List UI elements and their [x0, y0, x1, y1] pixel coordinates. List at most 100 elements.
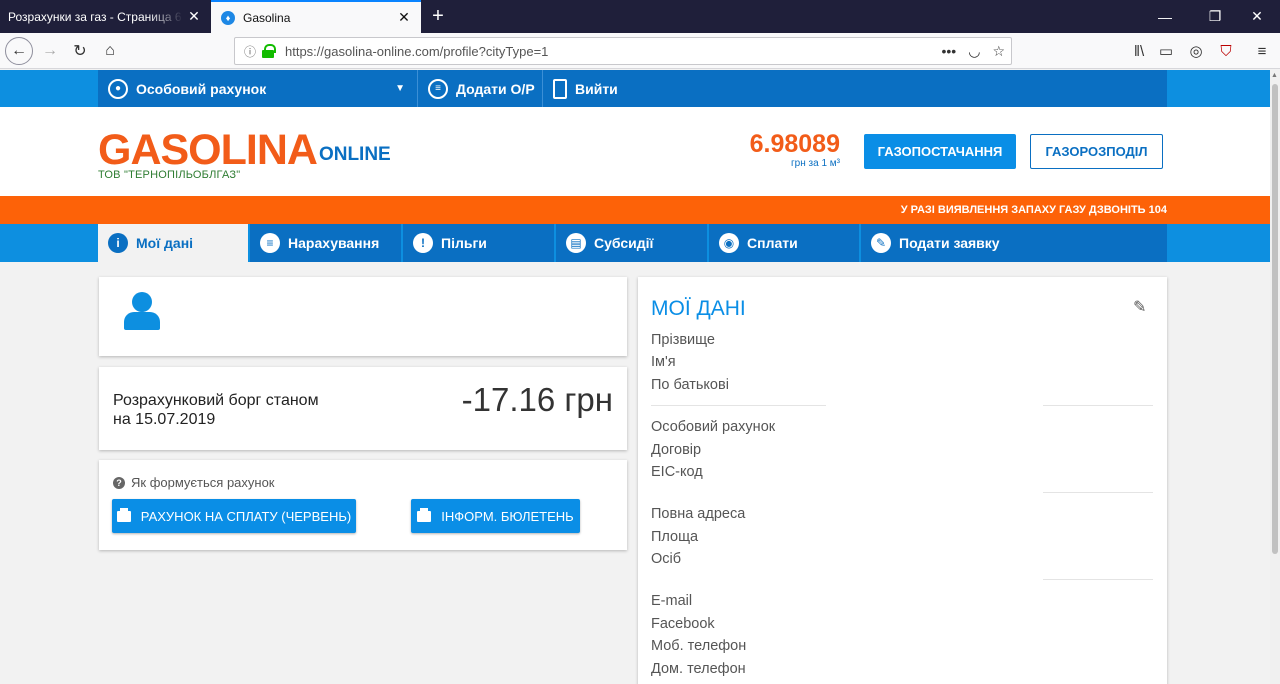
- how-bill-formed-link[interactable]: ? Як формується рахунок: [113, 475, 275, 490]
- invoice-button[interactable]: РАХУНОК НА СПЛАТУ (ЧЕРВЕНЬ): [112, 499, 356, 533]
- debt-card: Розрахунковий борг станом на 15.07.2019 …: [99, 367, 627, 450]
- field-persons: Осіб: [651, 551, 682, 567]
- tab-benefits[interactable]: ! Пільги: [403, 224, 556, 262]
- window-close-icon[interactable]: ✕: [1234, 0, 1280, 33]
- more-dots-icon[interactable]: •••: [942, 43, 957, 60]
- gasolina-logo[interactable]: GASOLINA ONLINE ТОВ "ТЕРНОПІЛЬОБЛГАЗ": [98, 126, 391, 181]
- sidebar-icon[interactable]: ▭: [1152, 33, 1180, 69]
- invoice-label: РАХУНОК НА СПЛАТУ (ЧЕРВЕНЬ): [140, 508, 352, 524]
- tab-submit-request[interactable]: ✎ Подати заявку: [861, 224, 1167, 262]
- field-area: Площа: [651, 529, 699, 545]
- exclamation-icon: !: [413, 233, 433, 253]
- ublock-icon[interactable]: ⛉: [1212, 33, 1240, 69]
- user-avatar-icon: [123, 292, 161, 330]
- door-icon: [553, 78, 567, 99]
- logo-word: GASOLINA: [98, 126, 318, 174]
- account-icon[interactable]: ◎: [1182, 33, 1210, 69]
- tab-title: Gasolina: [243, 10, 291, 25]
- gas-distribution-button[interactable]: ГАЗОРОЗПОДІЛ: [1030, 134, 1163, 169]
- company-name: ТОВ "ТЕРНОПІЛЬОБЛГАЗ": [98, 169, 241, 181]
- price-value: 6.98089: [749, 130, 840, 158]
- scroll-up-icon[interactable]: ▲: [1271, 72, 1278, 79]
- debt-label-line1: Розрахунковий борг станом: [113, 392, 319, 409]
- avatar-card: [99, 277, 627, 356]
- account-label: Особовий рахунок: [136, 80, 267, 97]
- back-arrow-icon[interactable]: ←: [5, 37, 33, 65]
- lock-icon: [261, 44, 277, 58]
- debt-value: -17.16 грн: [461, 381, 613, 418]
- list-icon: ≡: [260, 233, 280, 253]
- url-text[interactable]: https://gasolina-online.com/profile?city…: [285, 44, 942, 59]
- logout-button[interactable]: Вийти: [543, 70, 633, 107]
- home-icon[interactable]: ⌂: [96, 37, 124, 65]
- how-label: Як формується рахунок: [131, 475, 275, 490]
- bill-card: ? Як формується рахунок РАХУНОК НА СПЛАТ…: [99, 460, 627, 550]
- close-icon[interactable]: ✕: [183, 8, 205, 25]
- scrollbar-thumb[interactable]: [1272, 84, 1278, 554]
- gas-leak-alert-bar: У РАЗІ ВИЯВЛЕННЯ ЗАПАХУ ГАЗУ ДЗВОНІТЬ 10…: [0, 196, 1270, 224]
- tab-label: Мої дані: [136, 235, 194, 251]
- field-eic-code: EIC-код: [651, 464, 703, 480]
- pencil-edit-icon[interactable]: ✎: [1133, 297, 1149, 316]
- pocket-icon[interactable]: ◡: [968, 43, 980, 60]
- logo-online: ONLINE: [318, 144, 391, 165]
- site-header: GASOLINA ONLINE ТОВ "ТЕРНОПІЛЬОБЛГАЗ" 6.9…: [0, 107, 1270, 196]
- field-name: Ім'я: [651, 354, 676, 370]
- tab-title: Розрахунки за газ - Страница 6 - Т: [8, 9, 183, 24]
- tab-label: Нарахування: [288, 235, 380, 251]
- wallet-icon: ▤: [566, 233, 586, 253]
- info-icon: i: [108, 233, 128, 253]
- gas-supply-button[interactable]: ГАЗОПОСТАЧАННЯ: [864, 134, 1016, 169]
- minimize-icon[interactable]: —: [1142, 0, 1188, 33]
- tab-my-data[interactable]: i Мої дані: [98, 224, 250, 262]
- close-icon[interactable]: ✕: [393, 9, 415, 26]
- browser-tab-inactive[interactable]: Розрахунки за газ - Страница 6 - Т ✕: [0, 0, 211, 33]
- tab-subsidies[interactable]: ▤ Субсидії: [556, 224, 709, 262]
- alert-text: У РАЗІ ВИЯВЛЕННЯ ЗАПАХУ ГАЗУ ДЗВОНІТЬ 10…: [900, 204, 1167, 216]
- field-home-phone: Дом. телефон: [651, 661, 746, 677]
- field-surname: Прізвище: [651, 332, 715, 348]
- field-account: Особовий рахунок: [651, 419, 776, 435]
- question-icon: ?: [113, 476, 125, 489]
- chevron-down-icon: ▼: [395, 83, 405, 94]
- divider: [1043, 579, 1153, 580]
- tab-label: Субсидії: [594, 235, 654, 251]
- user-circle-icon: ●: [108, 78, 128, 99]
- browser-nav-bar: ← → ↻ ⌂ ⓘ https://gasolina-online.com/pr…: [0, 33, 1280, 69]
- forward-arrow-icon[interactable]: →: [36, 37, 64, 65]
- add-account-button[interactable]: ≡ Додати О/Р: [418, 70, 543, 107]
- account-dropdown[interactable]: ● Особовий рахунок ▼: [98, 70, 418, 107]
- tab-label: Сплати: [747, 235, 798, 251]
- tab-payments[interactable]: ◉ Сплати: [709, 224, 861, 262]
- menu-icon[interactable]: ≡: [1248, 33, 1276, 69]
- bulletin-button[interactable]: ІНФОРМ. БЮЛЕТЕНЬ: [411, 499, 580, 533]
- bookmark-star-icon[interactable]: ☆: [992, 43, 1005, 60]
- tab-charges[interactable]: ≡ Нарахування: [250, 224, 403, 262]
- browser-tab-active[interactable]: ♦ Gasolina ✕: [211, 0, 421, 33]
- page-scrollbar[interactable]: ▲: [1270, 70, 1280, 684]
- field-email: E-mail: [651, 593, 693, 609]
- price-unit: грн за 1 м³: [791, 158, 840, 169]
- section-tabs: i Мої дані ≡ Нарахування ! Пільги ▤ Субс…: [0, 224, 1270, 262]
- add-account-label: Додати О/Р: [456, 80, 535, 97]
- bulletin-label: ІНФОРМ. БЮЛЕТЕНЬ: [441, 508, 574, 524]
- divider: [651, 405, 826, 406]
- field-address: Повна адреса: [651, 506, 746, 522]
- debt-label: Розрахунковий борг станом на 15.07.2019: [113, 391, 319, 429]
- info-icon[interactable]: ⓘ: [239, 43, 261, 60]
- field-mobile-phone: Моб. телефон: [651, 638, 747, 654]
- library-icon[interactable]: ‖\: [1125, 33, 1153, 69]
- profile-title: МОЇ ДАНІ: [651, 297, 746, 320]
- gasolina-favicon-icon: ♦: [221, 10, 235, 25]
- url-bar[interactable]: ⓘ https://gasolina-online.com/profile?ci…: [234, 37, 1012, 65]
- gas-price: 6.98089 грн за 1 м³: [720, 130, 840, 169]
- tab-label: Подати заявку: [899, 235, 1000, 251]
- new-tab-icon[interactable]: +: [426, 4, 450, 28]
- tab-label: Пільги: [441, 235, 487, 251]
- site-top-strip: ● Особовий рахунок ▼ ≡ Додати О/Р Вийти: [0, 70, 1280, 107]
- field-patronymic: По батькові: [651, 377, 729, 393]
- reload-icon[interactable]: ↻: [66, 37, 94, 65]
- top-nav: ● Особовий рахунок ▼ ≡ Додати О/Р Вийти: [98, 70, 1167, 107]
- document-icon: ≡: [428, 78, 448, 99]
- restore-icon[interactable]: ❐: [1192, 0, 1238, 33]
